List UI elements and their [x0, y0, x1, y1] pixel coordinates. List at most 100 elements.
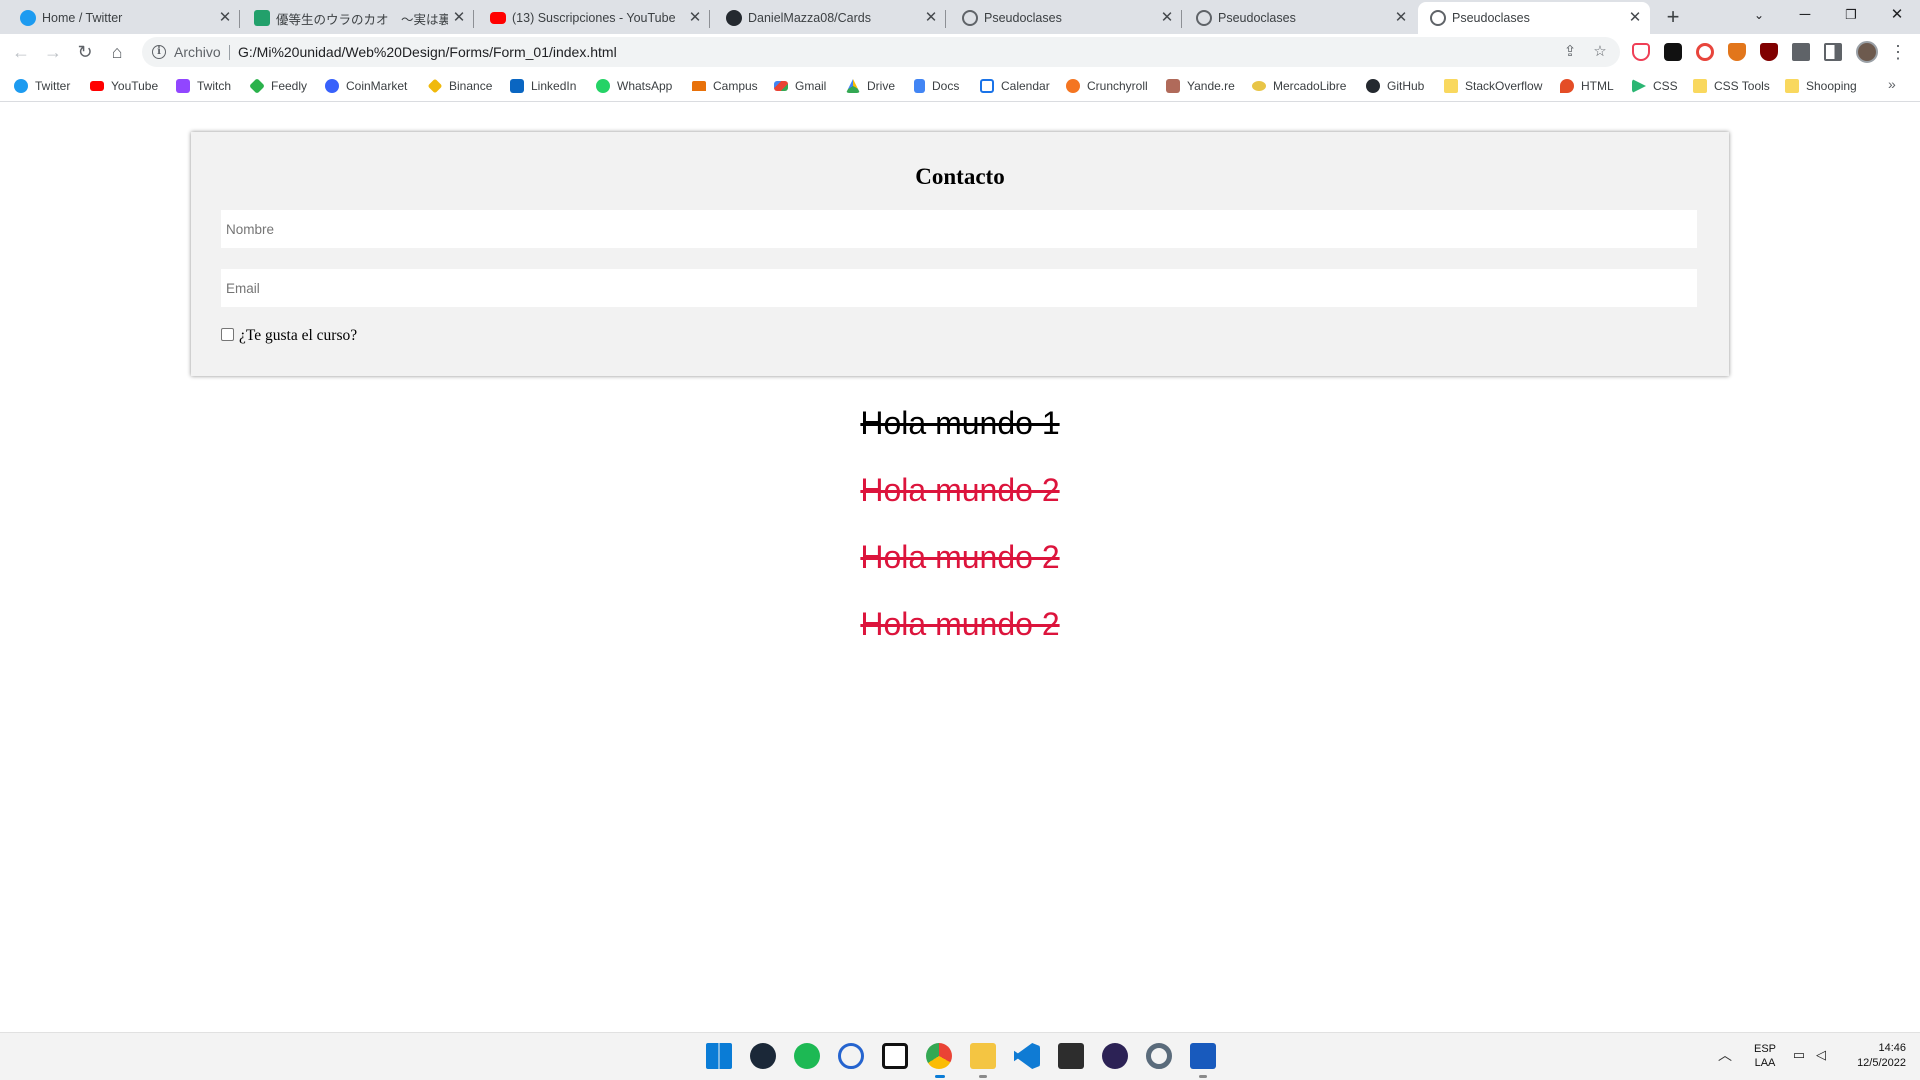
profile-avatar[interactable]: [1856, 41, 1878, 63]
linkedin-icon: [510, 79, 524, 93]
email-field[interactable]: [221, 269, 1697, 307]
ublock-icon[interactable]: [1760, 43, 1778, 61]
course-checkbox[interactable]: [221, 328, 234, 341]
folder-icon: [1693, 79, 1707, 93]
twitter-icon: [14, 79, 28, 93]
campus-icon: [692, 81, 706, 91]
globe-icon: [1196, 10, 1212, 26]
vscode-icon[interactable]: [1014, 1043, 1040, 1069]
tab-github[interactable]: DanielMazza08/Cards ✕: [714, 2, 946, 34]
tab-title: Pseudoclases: [1452, 11, 1530, 25]
tab-pseudoclases-2[interactable]: Pseudoclases ✕: [1184, 2, 1416, 34]
extensions-puzzle-icon[interactable]: [1792, 43, 1810, 61]
form-title: Contacto: [915, 164, 1005, 189]
running-app-indicator: [1199, 1075, 1207, 1078]
close-icon[interactable]: ✕: [450, 9, 468, 27]
close-icon[interactable]: ✕: [216, 9, 234, 27]
close-icon[interactable]: ✕: [686, 9, 704, 27]
bookmark-campus[interactable]: Campus: [692, 77, 758, 95]
back-button[interactable]: ←: [8, 39, 34, 65]
chevron-right-icon[interactable]: »: [1888, 76, 1896, 92]
bookmark-crunchyroll[interactable]: Crunchyroll: [1066, 77, 1148, 95]
bookmark-docs[interactable]: Docs: [914, 77, 959, 95]
bookmark-coinmarket[interactable]: CoinMarket: [325, 77, 407, 95]
bookmark-html[interactable]: HTML: [1560, 77, 1614, 95]
tab-pseudoclases-1[interactable]: Pseudoclases ✕: [950, 2, 1182, 34]
chrome-icon[interactable]: [926, 1043, 952, 1069]
reload-button[interactable]: ↻: [72, 39, 98, 65]
tab-separator: [945, 10, 946, 28]
star-icon[interactable]: ☆: [1590, 42, 1610, 62]
pocket-icon[interactable]: [1632, 43, 1650, 61]
tab-manga[interactable]: 優等生のウラのカオ ～実は裏アカ ✕: [242, 2, 474, 34]
bookmark-github[interactable]: GitHub: [1366, 77, 1424, 95]
close-window-button[interactable]: ✕: [1874, 0, 1920, 30]
file-explorer-icon[interactable]: [970, 1043, 996, 1069]
bookmark-twitter[interactable]: Twitter: [14, 77, 70, 95]
close-icon[interactable]: ✕: [922, 9, 940, 27]
clock-date: 12/5/2022: [1857, 1057, 1906, 1069]
screen: Home / Twitter ✕ 優等生のウラのカオ ～実は裏アカ ✕ (13)…: [0, 0, 1920, 1080]
bookmark-calendar[interactable]: Calendar: [980, 77, 1050, 95]
new-tab-button[interactable]: +: [1660, 4, 1686, 30]
bookmark-css-tools-folder[interactable]: CSS Tools: [1693, 77, 1770, 95]
side-panel-icon[interactable]: [1824, 43, 1842, 61]
info-icon[interactable]: i: [152, 45, 166, 59]
bookmark-label: Binance: [449, 79, 493, 93]
metamask-icon[interactable]: [1728, 43, 1746, 61]
close-icon[interactable]: ✕: [1626, 9, 1644, 27]
bookmark-youtube[interactable]: YouTube: [90, 77, 158, 95]
bookmark-gmail[interactable]: Gmail: [774, 77, 826, 95]
notion-icon[interactable]: [882, 1043, 908, 1069]
bookmark-whatsapp[interactable]: WhatsApp: [596, 77, 672, 95]
menu-icon[interactable]: ⋮: [1888, 39, 1908, 65]
close-icon[interactable]: ✕: [1158, 9, 1176, 27]
bookmark-binance[interactable]: Binance: [427, 77, 493, 95]
minimize-button[interactable]: ─: [1782, 0, 1828, 30]
terminal-icon[interactable]: [1058, 1043, 1084, 1069]
bookmark-label: Docs: [932, 79, 960, 93]
bookmark-label: YouTube: [111, 79, 159, 93]
tab-search-chevron-icon[interactable]: ⌄: [1736, 0, 1782, 30]
tab-twitter[interactable]: Home / Twitter ✕: [8, 2, 240, 34]
docs-icon: [914, 79, 925, 93]
bookmark-drive[interactable]: Drive: [846, 77, 895, 95]
bookmark-twitch[interactable]: Twitch: [176, 77, 231, 95]
bookmark-linkedin[interactable]: LinkedIn: [510, 77, 576, 95]
steam-icon[interactable]: [750, 1043, 776, 1069]
notion-icon[interactable]: [1664, 43, 1682, 61]
share-icon[interactable]: ⇪: [1560, 42, 1580, 62]
bookmark-label: Shooping: [1806, 79, 1857, 93]
bookmark-feedly[interactable]: Feedly: [249, 77, 307, 95]
url-text[interactable]: G:/Mi%20unidad/Web%20Design/Forms/Form_0…: [238, 44, 617, 60]
bookmark-shooping-folder[interactable]: Shooping: [1785, 77, 1857, 95]
address-bar[interactable]: i Archivo G:/Mi%20unidad/Web%20Design/Fo…: [142, 37, 1620, 67]
bookmark-stackoverflow-folder[interactable]: StackOverflow: [1444, 77, 1542, 95]
tab-youtube[interactable]: (13) Suscripciones - YouTube ✕: [478, 2, 710, 34]
word-icon[interactable]: [1190, 1043, 1216, 1069]
settings-icon[interactable]: [1146, 1043, 1172, 1069]
name-field[interactable]: [221, 210, 1697, 248]
home-button[interactable]: ⌂: [104, 39, 130, 65]
clock[interactable]: 14:46 12/5/2022: [1836, 1041, 1906, 1071]
bookmark-mercadolibre[interactable]: MercadoLibre: [1252, 77, 1346, 95]
volume-icon[interactable]: ◁: [1812, 1046, 1830, 1064]
windows-start-icon[interactable]: [706, 1043, 732, 1069]
chrome-extension-icon[interactable]: [1696, 43, 1714, 61]
network-icon[interactable]: ▭: [1790, 1046, 1808, 1064]
language-indicator[interactable]: ESP LAA: [1752, 1042, 1778, 1070]
chevron-up-icon[interactable]: ︿: [1718, 1045, 1732, 1065]
taskbar: ︿ ESP LAA ▭ ◁ 14:46 12/5/2022: [0, 1032, 1920, 1080]
bookmark-yandere[interactable]: Yande.re: [1166, 77, 1235, 95]
eclipse-icon[interactable]: [1102, 1043, 1128, 1069]
spotify-icon[interactable]: [794, 1043, 820, 1069]
forward-button[interactable]: →: [40, 39, 66, 65]
tab-pseudoclases-active[interactable]: Pseudoclases ✕: [1418, 2, 1650, 34]
bookmark-label: WhatsApp: [617, 79, 673, 93]
close-icon[interactable]: ✕: [1392, 9, 1410, 27]
todo-icon[interactable]: [838, 1043, 864, 1069]
bookmark-css[interactable]: CSS: [1632, 77, 1678, 95]
address-separator: [229, 45, 230, 60]
binance-icon: [427, 78, 443, 94]
restore-button[interactable]: ❐: [1828, 0, 1874, 30]
